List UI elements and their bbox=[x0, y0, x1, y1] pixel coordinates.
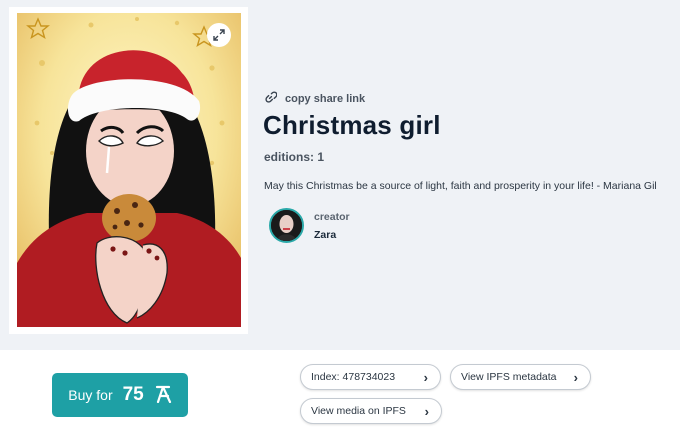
artwork-image[interactable] bbox=[17, 13, 241, 327]
expand-button[interactable] bbox=[207, 23, 231, 47]
index-link[interactable]: Index: 478734023 › bbox=[300, 364, 441, 390]
copy-share-link[interactable]: copy share link bbox=[264, 91, 365, 107]
chevron-right-icon: › bbox=[423, 369, 428, 385]
ipfs-metadata-label: View IPFS metadata bbox=[461, 371, 557, 383]
ipfs-media-label: View media on IPFS bbox=[311, 405, 406, 417]
creator-avatar[interactable] bbox=[269, 208, 304, 243]
creator-label: creator bbox=[314, 210, 350, 223]
creator-name[interactable]: Zara bbox=[314, 229, 350, 241]
expand-icon bbox=[213, 29, 225, 41]
tezos-icon bbox=[154, 383, 172, 408]
link-icon bbox=[264, 91, 278, 107]
artwork-description: May this Christmas be a source of light,… bbox=[264, 180, 657, 192]
christmas-girl-illustration bbox=[17, 13, 241, 327]
share-label: copy share link bbox=[285, 93, 366, 105]
creator-card[interactable]: creator Zara bbox=[269, 208, 350, 243]
ipfs-media-link[interactable]: View media on IPFS › bbox=[300, 398, 442, 424]
chevron-right-icon: › bbox=[573, 369, 578, 385]
chevron-right-icon: › bbox=[424, 403, 429, 419]
artwork-frame bbox=[9, 7, 248, 334]
page-title: Christmas girl bbox=[263, 110, 441, 140]
ipfs-metadata-link[interactable]: View IPFS metadata › bbox=[450, 364, 591, 390]
buy-label: Buy for bbox=[68, 387, 113, 403]
buy-button[interactable]: Buy for 75 bbox=[52, 373, 188, 417]
buy-price: 75 bbox=[122, 384, 144, 405]
editions-count: editions: 1 bbox=[264, 150, 325, 164]
index-label: Index: 478734023 bbox=[311, 371, 396, 383]
